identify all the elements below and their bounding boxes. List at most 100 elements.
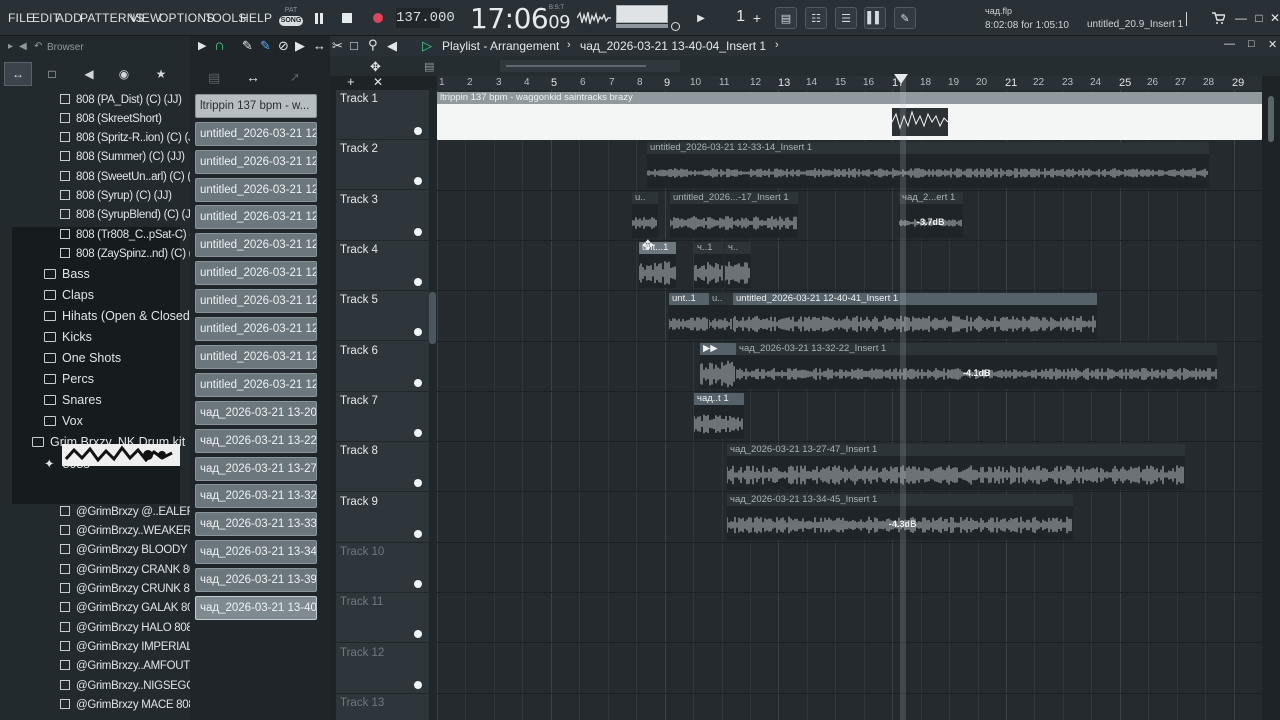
picker-item[interactable]: untitled_2026-03-21 12... bbox=[195, 317, 317, 341]
stop-button[interactable] bbox=[336, 8, 358, 28]
track-lane[interactable] bbox=[437, 644, 1262, 694]
remove-track-icon[interactable]: ✕ bbox=[373, 75, 383, 89]
audio-clip[interactable]: чад_2026-03-21 13-27-47_Insert 1 bbox=[727, 444, 1185, 490]
track-header[interactable]: Track 4 bbox=[336, 241, 431, 291]
track-lane[interactable] bbox=[437, 191, 1262, 241]
audio-clip[interactable]: чад_2026-03-21 13-32-22_Insert 1 bbox=[736, 343, 1217, 389]
track-header[interactable]: Track 12 bbox=[336, 644, 431, 694]
tempo-display[interactable]: 137.000 bbox=[396, 8, 455, 28]
delete-tool-icon[interactable]: ⊘ bbox=[278, 38, 289, 54]
track-enable-led[interactable] bbox=[414, 630, 422, 638]
browser-folder[interactable]: Bass bbox=[0, 265, 190, 284]
zoom-tool-icon[interactable]: ⚲ bbox=[368, 37, 378, 53]
browser-item[interactable]: 808 (Tr808_C..pSat-C) (JJ) bbox=[0, 226, 207, 245]
horizontal-scrollbar[interactable] bbox=[1262, 90, 1280, 720]
add-track-icon[interactable]: + bbox=[347, 74, 355, 89]
picker-item[interactable]: чад_2026-03-21 13-20... bbox=[195, 401, 317, 425]
browser-folder[interactable]: Snares bbox=[0, 391, 190, 410]
browser-item[interactable]: @GrimBrxzy..WEAKER 808 bbox=[0, 522, 213, 541]
tab-plugins[interactable]: ◉ bbox=[110, 62, 138, 86]
playhead-marker[interactable] bbox=[894, 74, 908, 84]
audio-clip[interactable]: untitled_2026-03-21 12-33-14_Insert 1 bbox=[647, 142, 1209, 188]
browser-folder[interactable]: Percs bbox=[0, 370, 190, 389]
browser-folder[interactable]: Hihats (Open & Closed) bbox=[0, 307, 194, 326]
track-header[interactable]: Track 1 bbox=[336, 90, 431, 140]
audio-clip[interactable]: unt..1 bbox=[669, 293, 709, 339]
track-enable-led[interactable] bbox=[414, 479, 422, 487]
panel-close-icon[interactable]: ✕ bbox=[1268, 38, 1277, 51]
picker-item[interactable]: untitled_2026-03-21 12... bbox=[195, 150, 317, 174]
picker-item[interactable]: untitled_2026-03-21 12... bbox=[195, 205, 317, 229]
track-lane[interactable] bbox=[437, 694, 1262, 720]
slice-tool-icon[interactable]: ✂ bbox=[332, 38, 343, 54]
picker-item[interactable]: untitled_2026-03-21 12... bbox=[195, 178, 317, 202]
picker-audio-icon[interactable]: ↔ bbox=[246, 69, 260, 85]
picker-item[interactable]: чад_2026-03-21 13-34... bbox=[195, 540, 317, 564]
pattern-prev-button[interactable]: ▶ bbox=[690, 8, 712, 28]
track-enable-led[interactable] bbox=[414, 278, 422, 286]
paint-tool-icon[interactable]: ✎ bbox=[260, 38, 271, 54]
track-header[interactable]: Track 10 bbox=[336, 543, 431, 593]
browser-item[interactable]: @GrimBrxzy..AMFOUT 808 bbox=[0, 657, 211, 676]
picker-automation-icon[interactable]: ➚ bbox=[290, 70, 300, 84]
magnet-snap-icon[interactable]: ∩ bbox=[214, 37, 225, 54]
select-tool-icon[interactable]: □ bbox=[350, 38, 358, 53]
browser-item[interactable]: @GrimBrxzy MACE 808 bbox=[0, 696, 195, 715]
picker-item[interactable]: untitled_2026-03-21 12... bbox=[195, 122, 317, 146]
channel-rack-button[interactable]: ☰ bbox=[835, 7, 857, 29]
track-header[interactable]: Track 13 bbox=[336, 694, 431, 720]
picker-item[interactable]: untitled_2026-03-21 12... bbox=[195, 289, 317, 313]
browser-item[interactable]: @GrimBrxzy HALO 808 bbox=[0, 619, 193, 638]
browser-item[interactable]: @GrimBrxzy GALAK 808 bbox=[0, 599, 200, 618]
audio-clip[interactable]: чад_2...ert 1 bbox=[899, 192, 963, 238]
picker-item-selected[interactable]: чад_2026-03-21 13-40... bbox=[195, 596, 317, 620]
audio-clip[interactable]: ltrippin 137 bpm - waggonkid saintracks … bbox=[437, 92, 1262, 140]
browser-item[interactable]: 808 (PA_Dist) (C) (JJ) bbox=[0, 91, 190, 110]
playlist-arrow-icon[interactable]: ▷ bbox=[422, 38, 432, 54]
track-enable-led[interactable] bbox=[414, 429, 422, 437]
pattern-number[interactable]: 1 bbox=[715, 8, 745, 28]
plugin-picker-button[interactable]: ✎ bbox=[894, 7, 916, 29]
audio-clip[interactable]: ч..1 bbox=[694, 242, 724, 288]
track-header[interactable]: Track 2 bbox=[336, 140, 431, 190]
picker-pattern-icon[interactable]: ▤ bbox=[208, 70, 220, 86]
picker-item[interactable]: untitled_2026-03-21 12... bbox=[195, 345, 317, 369]
browser-item[interactable]: 808 (SweetUn..arl) (C) (JJ) bbox=[0, 168, 206, 187]
track-scrollbar[interactable] bbox=[429, 90, 437, 720]
audio-clip[interactable]: u.. bbox=[632, 192, 658, 238]
panel-minimize-icon[interactable]: — bbox=[1224, 38, 1235, 50]
track-enable-led[interactable] bbox=[414, 580, 422, 588]
track-scroll-thumb[interactable] bbox=[429, 292, 436, 344]
picker-item[interactable]: чад_2026-03-21 13-22... bbox=[195, 429, 317, 453]
pat-song-toggle[interactable]: PAT SONG bbox=[279, 6, 303, 30]
track-enable-led[interactable] bbox=[414, 530, 422, 538]
track-header[interactable]: Track 7 bbox=[336, 392, 431, 442]
piano-roll-button[interactable]: ☷ bbox=[805, 7, 827, 29]
master-pitch-slider[interactable] bbox=[616, 24, 668, 28]
tab-all[interactable]: ↔ bbox=[4, 62, 32, 86]
track-enable-led[interactable] bbox=[414, 127, 422, 135]
panel-maximize-icon[interactable]: □ bbox=[1248, 38, 1255, 50]
browser-item[interactable]: @GrimBrxzy CRANK 808 bbox=[0, 561, 201, 580]
track-enable-led[interactable] bbox=[414, 177, 422, 185]
browser-item[interactable]: 808 (SkreetShort) bbox=[0, 110, 190, 129]
browser-item[interactable]: @GrimBrxzy BLOODY 808 bbox=[0, 541, 209, 560]
shop-button[interactable] bbox=[1207, 8, 1229, 28]
track-header[interactable]: Track 9 bbox=[336, 493, 431, 543]
browser-folder[interactable]: Vox bbox=[0, 412, 190, 431]
scroll-thumb[interactable] bbox=[1268, 96, 1274, 142]
browser-folder[interactable]: Claps bbox=[0, 286, 190, 305]
browser-folder[interactable]: Kicks bbox=[0, 328, 190, 347]
playhead-line[interactable] bbox=[900, 76, 906, 720]
track-enable-led[interactable] bbox=[414, 228, 422, 236]
slip-tool-icon[interactable]: ↔ bbox=[313, 38, 326, 53]
playlist-menu-arrow-icon[interactable]: ▶ bbox=[198, 39, 206, 52]
browser-item[interactable]: 808 (Syrup) (C) (JJ) bbox=[0, 187, 190, 206]
browser-item[interactable]: 808 (Spritz-R..ion) (C) (JJ) bbox=[0, 129, 203, 148]
menu-add[interactable]: ADD bbox=[56, 11, 82, 25]
track-lane[interactable] bbox=[437, 543, 1262, 593]
browser-arrow-icon[interactable]: ↶ bbox=[34, 41, 42, 52]
record-button[interactable] bbox=[367, 8, 389, 28]
close-button[interactable]: ✕ bbox=[1264, 8, 1280, 28]
track-header[interactable]: Track 3 bbox=[336, 191, 431, 241]
